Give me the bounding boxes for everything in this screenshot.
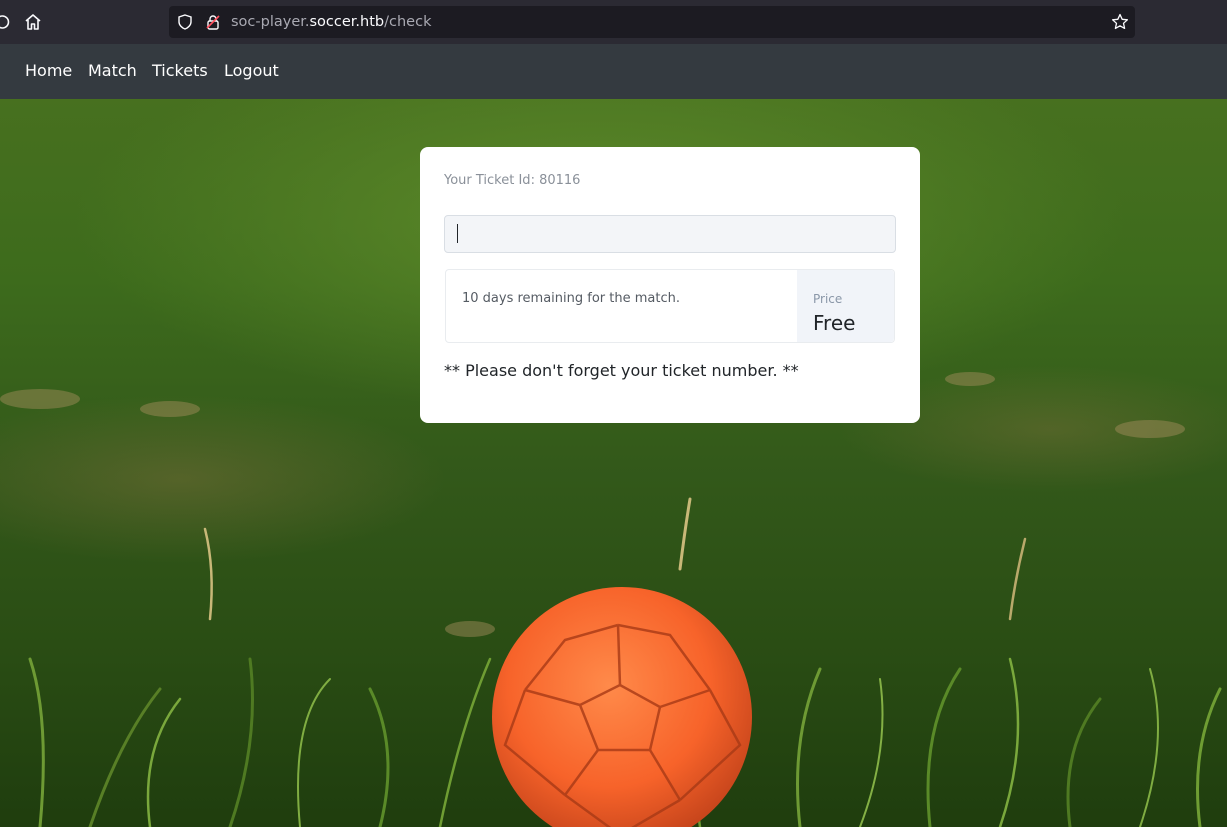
price-label: Price — [813, 292, 843, 306]
star-icon[interactable] — [1111, 13, 1129, 31]
lock-icon[interactable] — [205, 14, 221, 30]
nav-logout-link[interactable]: Logout — [224, 61, 279, 81]
reload-icon[interactable] — [0, 12, 10, 32]
home-icon[interactable] — [24, 13, 42, 31]
nav-home-link[interactable]: Home — [25, 61, 72, 81]
ticket-number-input[interactable] — [444, 215, 896, 253]
price-value: Free — [813, 311, 856, 335]
match-info-box: 10 days remaining for the match. Price F… — [445, 269, 895, 343]
soccer-ball-image — [492, 587, 752, 827]
browser-toolbar: soc-player.soccer.htb/check — [0, 0, 1227, 44]
text-caret — [457, 224, 458, 243]
url-prefix: soc-player. — [231, 14, 310, 30]
site-navbar: Home Match Tickets Logout — [0, 44, 1227, 99]
days-remaining-text: 10 days remaining for the match. — [462, 291, 680, 306]
ticket-reminder-text: ** Please don't forget your ticket numbe… — [444, 361, 799, 380]
nav-tickets-link[interactable]: Tickets — [152, 61, 208, 81]
address-bar[interactable]: soc-player.soccer.htb/check — [169, 6, 1135, 38]
url-path: /check — [384, 14, 432, 30]
url-host: soccer.htb — [309, 14, 385, 30]
ticket-card: Your Ticket Id: 80116 10 days remaining … — [420, 147, 920, 423]
ticket-id-label: Your Ticket Id: 80116 — [444, 173, 581, 188]
nav-match-link[interactable]: Match — [88, 61, 137, 81]
url-text[interactable]: soc-player.soccer.htb/check — [231, 13, 431, 31]
shield-icon[interactable] — [177, 14, 193, 30]
price-box: Price Free — [797, 270, 894, 342]
